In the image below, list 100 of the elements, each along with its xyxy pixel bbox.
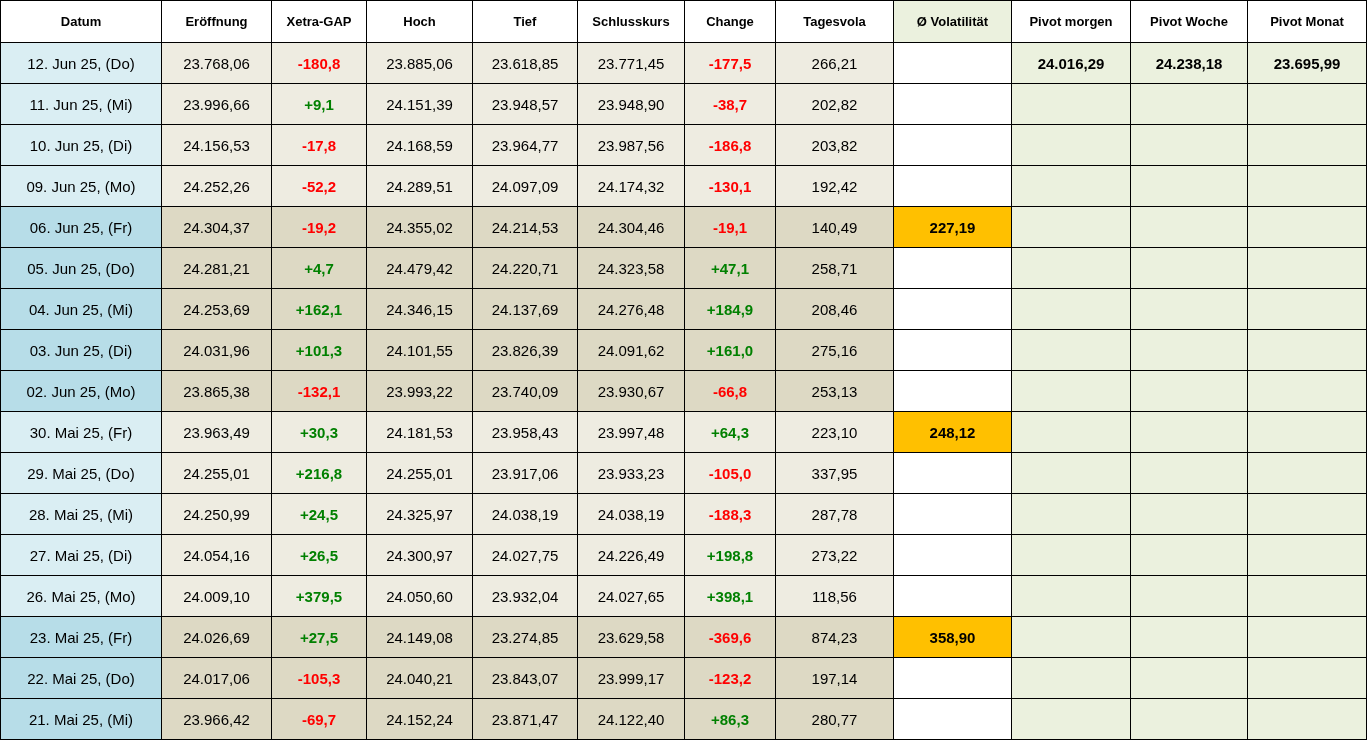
column-header: Eröffnung xyxy=(161,0,272,43)
table-cell: 23.843,07 xyxy=(472,657,578,699)
table-cell: 208,46 xyxy=(775,288,894,330)
table-cell: -177,5 xyxy=(684,42,776,84)
table-cell: 223,10 xyxy=(775,411,894,453)
table-cell: 202,82 xyxy=(775,83,894,125)
table-cell: 358,90 xyxy=(893,616,1012,658)
table-cell: 23.695,99 xyxy=(1247,42,1367,84)
date-cell: 04. Jun 25, (Mi) xyxy=(0,288,162,330)
table-cell: 24.152,24 xyxy=(366,698,473,740)
table-cell: 24.031,96 xyxy=(161,329,272,371)
table-cell: 23.618,85 xyxy=(472,42,578,84)
table-cell: 24.304,46 xyxy=(577,206,685,248)
table-cell: +24,5 xyxy=(271,493,367,535)
table-cell: +4,7 xyxy=(271,247,367,289)
table-cell: 24.281,21 xyxy=(161,247,272,289)
date-cell: 02. Jun 25, (Mo) xyxy=(0,370,162,412)
table-cell: 24.214,53 xyxy=(472,206,578,248)
table-cell: -130,1 xyxy=(684,165,776,207)
table-cell: 227,19 xyxy=(893,206,1012,248)
table-cell: +64,3 xyxy=(684,411,776,453)
table-cell: 266,21 xyxy=(775,42,894,84)
table-cell: +47,1 xyxy=(684,247,776,289)
date-cell: 12. Jun 25, (Do) xyxy=(0,42,162,84)
table-cell: 24.040,21 xyxy=(366,657,473,699)
table-cell: 23.274,85 xyxy=(472,616,578,658)
table-cell: 24.252,26 xyxy=(161,165,272,207)
table-cell: 23.917,06 xyxy=(472,452,578,494)
table-cell: 874,23 xyxy=(775,616,894,658)
table-cell: -38,7 xyxy=(684,83,776,125)
table-cell: 23.958,43 xyxy=(472,411,578,453)
table-cell: 287,78 xyxy=(775,493,894,535)
table-cell: 23.932,04 xyxy=(472,575,578,617)
table-cell: 23.996,66 xyxy=(161,83,272,125)
column-header: Hoch xyxy=(366,0,473,43)
date-cell: 27. Mai 25, (Di) xyxy=(0,534,162,576)
date-cell: 21. Mai 25, (Mi) xyxy=(0,698,162,740)
table-cell: 24.091,62 xyxy=(577,329,685,371)
table-cell: +184,9 xyxy=(684,288,776,330)
table-cell: 23.768,06 xyxy=(161,42,272,84)
table-cell: +86,3 xyxy=(684,698,776,740)
table-cell: 23.963,49 xyxy=(161,411,272,453)
table-cell: 24.355,02 xyxy=(366,206,473,248)
table-cell: 24.174,32 xyxy=(577,165,685,207)
table-cell: +398,1 xyxy=(684,575,776,617)
table-cell: 24.101,55 xyxy=(366,329,473,371)
table-cell: -123,2 xyxy=(684,657,776,699)
date-cell: 23. Mai 25, (Fr) xyxy=(0,616,162,658)
table-cell: 24.151,39 xyxy=(366,83,473,125)
table-cell: 24.097,09 xyxy=(472,165,578,207)
date-cell: 03. Jun 25, (Di) xyxy=(0,329,162,371)
table-cell: 24.346,15 xyxy=(366,288,473,330)
table-cell: 192,42 xyxy=(775,165,894,207)
table-cell: 24.050,60 xyxy=(366,575,473,617)
date-cell: 06. Jun 25, (Fr) xyxy=(0,206,162,248)
table-cell: 248,12 xyxy=(893,411,1012,453)
table-cell: 24.181,53 xyxy=(366,411,473,453)
table-cell: -188,3 xyxy=(684,493,776,535)
date-cell: 26. Mai 25, (Mo) xyxy=(0,575,162,617)
date-cell: 05. Jun 25, (Do) xyxy=(0,247,162,289)
table-cell: +198,8 xyxy=(684,534,776,576)
table-cell: -66,8 xyxy=(684,370,776,412)
table-cell: 23.948,90 xyxy=(577,83,685,125)
table-cell: 24.276,48 xyxy=(577,288,685,330)
table-cell: 24.255,01 xyxy=(366,452,473,494)
table-cell: 23.826,39 xyxy=(472,329,578,371)
table-cell: 24.054,16 xyxy=(161,534,272,576)
table-cell: +27,5 xyxy=(271,616,367,658)
table-cell: 275,16 xyxy=(775,329,894,371)
table-cell: 23.993,22 xyxy=(366,370,473,412)
table-cell: 23.930,67 xyxy=(577,370,685,412)
table-cell: 23.885,06 xyxy=(366,42,473,84)
table-cell: 23.948,57 xyxy=(472,83,578,125)
table-cell: +216,8 xyxy=(271,452,367,494)
table-cell: -132,1 xyxy=(271,370,367,412)
column-header: Datum xyxy=(0,0,162,43)
table-cell: +30,3 xyxy=(271,411,367,453)
table-cell: 24.038,19 xyxy=(472,493,578,535)
column-header: Change xyxy=(684,0,776,43)
table-cell: 24.016,29 xyxy=(1011,42,1131,84)
date-cell: 09. Jun 25, (Mo) xyxy=(0,165,162,207)
date-cell: 29. Mai 25, (Do) xyxy=(0,452,162,494)
table-cell: 24.149,08 xyxy=(366,616,473,658)
table-cell: +26,5 xyxy=(271,534,367,576)
table-cell: 24.220,71 xyxy=(472,247,578,289)
column-header: Xetra-GAP xyxy=(271,0,367,43)
table-cell: 23.966,42 xyxy=(161,698,272,740)
table-cell: 24.325,97 xyxy=(366,493,473,535)
table-cell: 24.026,69 xyxy=(161,616,272,658)
table-cell: 23.771,45 xyxy=(577,42,685,84)
date-cell: 28. Mai 25, (Mi) xyxy=(0,493,162,535)
table-cell: -186,8 xyxy=(684,124,776,166)
table-cell: 24.122,40 xyxy=(577,698,685,740)
table-cell: 23.987,56 xyxy=(577,124,685,166)
table-cell: 23.871,47 xyxy=(472,698,578,740)
table-cell: +379,5 xyxy=(271,575,367,617)
column-header: Pivot Monat xyxy=(1247,0,1367,43)
table-cell: +161,0 xyxy=(684,329,776,371)
table-cell: -17,8 xyxy=(271,124,367,166)
column-header: Schlusskurs xyxy=(577,0,685,43)
